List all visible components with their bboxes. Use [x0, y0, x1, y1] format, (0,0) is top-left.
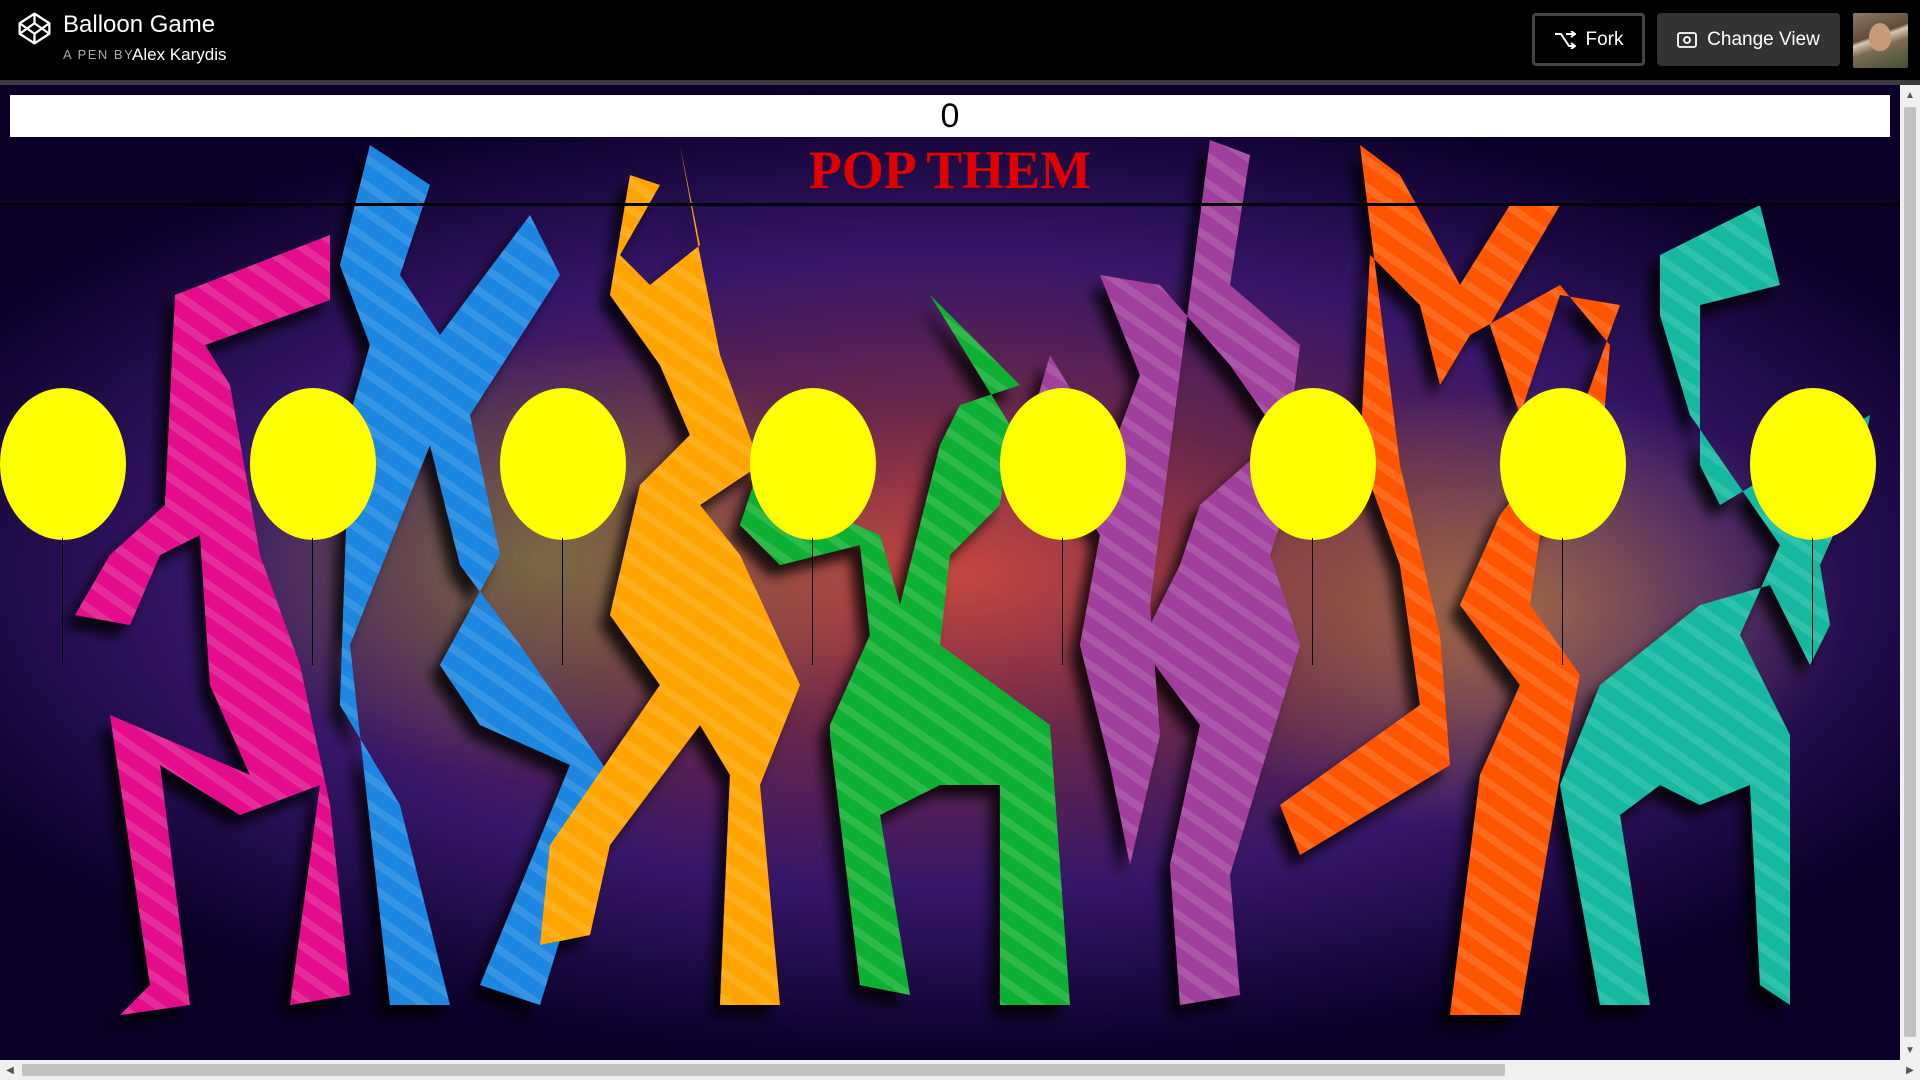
scroll-down-arrow-icon[interactable]: ▼: [1900, 1040, 1920, 1060]
change-view-icon: [1677, 31, 1698, 48]
balloon-4[interactable]: [750, 388, 876, 665]
dancer-orange: [540, 145, 800, 1005]
balloon-body[interactable]: [0, 388, 126, 540]
change-view-label: Change View: [1707, 28, 1820, 50]
dancer-red-orange: [1280, 145, 1620, 1015]
game-preview: 0 POP THEM: [0, 85, 1900, 1060]
scroll-left-arrow-icon[interactable]: ◀: [0, 1060, 20, 1080]
balloon-string: [1312, 538, 1313, 665]
balloon-6[interactable]: [1250, 388, 1376, 665]
balloon-string: [312, 538, 313, 665]
balloon-body[interactable]: [1750, 388, 1876, 540]
pen-by-label: A PEN BY: [63, 47, 135, 62]
balloon-body[interactable]: [250, 388, 376, 540]
balloon-1[interactable]: [0, 388, 126, 665]
scroll-up-arrow-icon[interactable]: ▲: [1900, 85, 1920, 105]
balloon-body[interactable]: [1500, 388, 1626, 540]
horizontal-scrollbar[interactable]: ◀ ▶: [0, 1060, 1920, 1080]
balloon-8[interactable]: [1750, 388, 1876, 665]
balloon-body[interactable]: [1000, 388, 1126, 540]
balloon-string: [62, 538, 63, 665]
balloon-3[interactable]: [500, 388, 626, 665]
balloon-body[interactable]: [1250, 388, 1376, 540]
codepen-header: Balloon Game A PEN BY Alex Karydis Fork …: [0, 0, 1920, 80]
vertical-scrollbar[interactable]: ▲ ▼: [1900, 85, 1920, 1060]
heading-divider: [0, 203, 1900, 206]
balloon-body[interactable]: [750, 388, 876, 540]
dancers-background-image: [75, 140, 1870, 1015]
balloon-7[interactable]: [1500, 388, 1626, 665]
fork-button[interactable]: Fork: [1532, 13, 1645, 66]
codepen-logo-icon[interactable]: [17, 11, 52, 46]
balloon-string: [562, 538, 563, 665]
pop-them-heading: POP THEM: [808, 140, 1092, 200]
dancer-violet: [1030, 140, 1300, 1005]
change-view-button[interactable]: Change View: [1657, 13, 1840, 66]
pen-title: Balloon Game: [63, 11, 216, 38]
fork-icon: [1554, 30, 1576, 49]
score-display: 0: [10, 95, 1890, 137]
horizontal-scroll-thumb[interactable]: [22, 1064, 1505, 1076]
balloon-string: [1062, 538, 1063, 665]
vertical-scroll-thumb[interactable]: [1904, 107, 1916, 1037]
dancer-magenta: [75, 235, 350, 1015]
author-link[interactable]: Alex Karydis: [132, 45, 226, 65]
balloon-string: [812, 538, 813, 665]
balloon-string: [1812, 538, 1813, 665]
balloon-5[interactable]: [1000, 388, 1126, 665]
scroll-right-arrow-icon[interactable]: ▶: [1900, 1060, 1920, 1080]
balloon-string: [1562, 538, 1563, 665]
fork-label: Fork: [1585, 28, 1624, 50]
balloon-2[interactable]: [250, 388, 376, 665]
user-avatar[interactable]: [1853, 13, 1908, 68]
balloon-body[interactable]: [500, 388, 626, 540]
